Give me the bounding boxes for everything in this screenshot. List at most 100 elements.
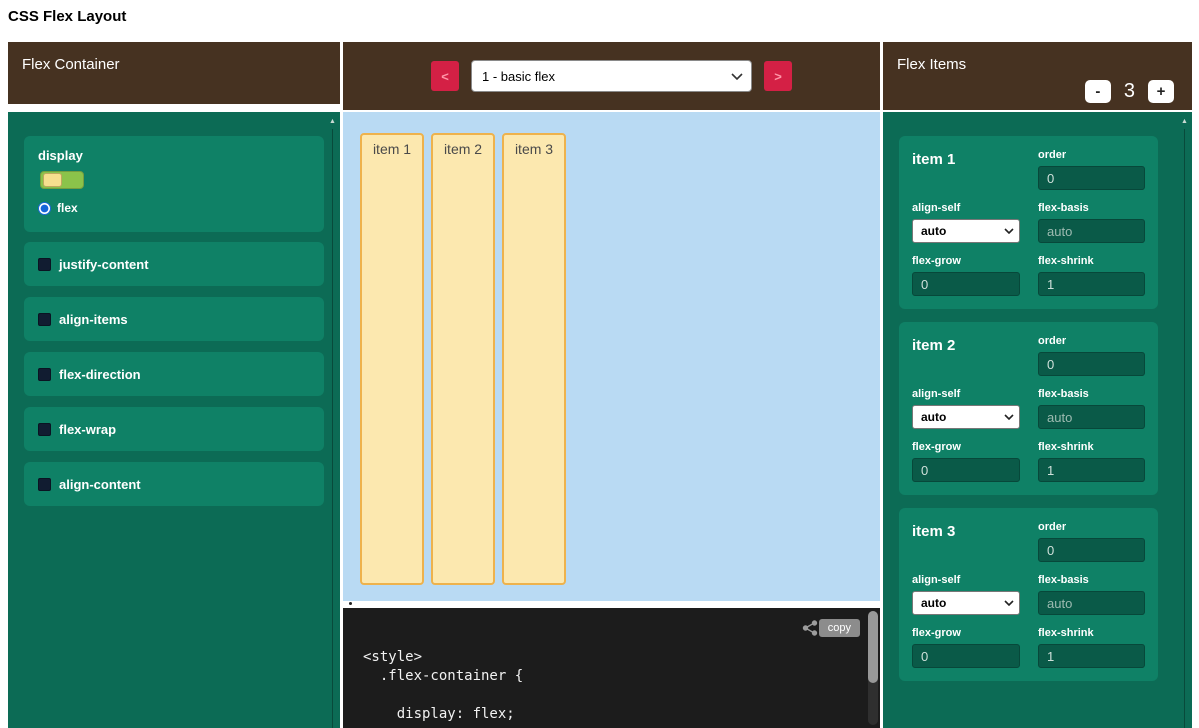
toggle-knob-icon bbox=[43, 173, 62, 187]
order-field: order bbox=[1038, 335, 1145, 376]
flex-basis-field: flex-basis bbox=[1038, 574, 1145, 615]
flex-items-title: Flex Items bbox=[897, 56, 966, 73]
left-panel-scrollbar[interactable]: ▲ bbox=[326, 114, 339, 728]
order-label: order bbox=[1038, 149, 1145, 162]
property-card-flex-wrap: flex-wrap bbox=[24, 407, 324, 451]
property-card-label: justify-content bbox=[59, 257, 149, 272]
flex-container-body: display flex justify-content align-items bbox=[8, 112, 340, 728]
flex-container-panel: Flex Container display flex justify-cont… bbox=[8, 42, 340, 728]
flex-grow-input[interactable] bbox=[912, 644, 1020, 668]
flex-shrink-field: flex-shrink bbox=[1038, 627, 1145, 668]
align-content-checkbox[interactable] bbox=[38, 478, 51, 491]
item-card-2: item 2 order align-self auto bbox=[899, 322, 1158, 495]
order-label: order bbox=[1038, 521, 1145, 534]
align-self-select[interactable]: auto bbox=[912, 591, 1020, 615]
scroll-up-icon[interactable]: ▲ bbox=[1181, 117, 1188, 127]
add-item-button[interactable]: + bbox=[1148, 80, 1174, 103]
align-items-checkbox[interactable] bbox=[38, 313, 51, 326]
code-scrollbar[interactable] bbox=[868, 611, 878, 725]
flex-grow-field: flex-grow bbox=[912, 441, 1020, 482]
next-example-button[interactable]: > bbox=[764, 61, 792, 91]
flex-grow-label: flex-grow bbox=[912, 441, 1020, 454]
order-field: order bbox=[1038, 149, 1145, 190]
property-card-flex-direction: flex-direction bbox=[24, 352, 324, 396]
flex-grow-input[interactable] bbox=[912, 458, 1020, 482]
flex-items-body: item 1 order align-self auto bbox=[883, 112, 1192, 728]
order-input[interactable] bbox=[1038, 352, 1145, 376]
code-line: display: flex; bbox=[363, 705, 523, 724]
property-card-label: align-content bbox=[59, 477, 141, 492]
flex-shrink-input[interactable] bbox=[1038, 644, 1145, 668]
remove-item-button[interactable]: - bbox=[1085, 80, 1111, 103]
property-card-label: flex-wrap bbox=[59, 422, 116, 437]
property-card-label: flex-direction bbox=[59, 367, 141, 382]
example-select[interactable]: 1 - basic flex bbox=[471, 60, 752, 92]
code-scrollbar-thumb[interactable] bbox=[868, 611, 878, 683]
code-line bbox=[363, 686, 523, 705]
align-self-label: align-self bbox=[912, 388, 1020, 401]
align-self-select[interactable]: auto bbox=[912, 219, 1020, 243]
order-label: order bbox=[1038, 335, 1145, 348]
resize-handle-dot[interactable] bbox=[349, 602, 352, 605]
flex-grow-field: flex-grow bbox=[912, 255, 1020, 296]
flex-item-tile-3: item 3 bbox=[502, 133, 566, 585]
flex-basis-input[interactable] bbox=[1038, 405, 1145, 429]
property-card-align-content: align-content bbox=[24, 462, 324, 506]
display-toggle[interactable] bbox=[40, 171, 84, 189]
scrollbar-track bbox=[1184, 129, 1185, 728]
flex-basis-input[interactable] bbox=[1038, 591, 1145, 615]
align-self-field: align-self auto bbox=[912, 574, 1020, 615]
property-card-label: align-items bbox=[59, 312, 128, 327]
flex-direction-checkbox[interactable] bbox=[38, 368, 51, 381]
flex-container-title: Flex Container bbox=[22, 56, 120, 73]
flex-grow-label: flex-grow bbox=[912, 255, 1020, 268]
preview-panel: < 1 - basic flex > item 1 item 2 item 3 bbox=[343, 42, 880, 728]
flex-items-header: Flex Items - 3 + bbox=[883, 42, 1192, 110]
flex-shrink-input[interactable] bbox=[1038, 458, 1145, 482]
code-panel: copy <style> .flex-container { display: … bbox=[343, 608, 880, 728]
item-count: 3 bbox=[1124, 80, 1135, 103]
flex-basis-field: flex-basis bbox=[1038, 202, 1145, 243]
flex-shrink-label: flex-shrink bbox=[1038, 627, 1145, 640]
justify-content-checkbox[interactable] bbox=[38, 258, 51, 271]
align-self-field: align-self auto bbox=[912, 388, 1020, 429]
flex-item-tile-1: item 1 bbox=[360, 133, 424, 585]
right-panel-scrollbar[interactable]: ▲ bbox=[1178, 114, 1191, 728]
flex-grow-input[interactable] bbox=[912, 272, 1020, 296]
property-card-justify-content: justify-content bbox=[24, 242, 324, 286]
prev-example-button[interactable]: < bbox=[431, 61, 459, 91]
flex-shrink-input[interactable] bbox=[1038, 272, 1145, 296]
flex-shrink-label: flex-shrink bbox=[1038, 255, 1145, 268]
flex-basis-label: flex-basis bbox=[1038, 388, 1145, 401]
scroll-up-icon[interactable]: ▲ bbox=[329, 117, 336, 127]
align-self-label: align-self bbox=[912, 574, 1020, 587]
align-self-select-wrap: auto bbox=[912, 591, 1020, 615]
flex-grow-field: flex-grow bbox=[912, 627, 1020, 668]
align-self-select-wrap: auto bbox=[912, 405, 1020, 429]
scrollbar-track bbox=[332, 129, 333, 728]
share-icon[interactable] bbox=[802, 620, 818, 636]
flex-item-tile-2: item 2 bbox=[431, 133, 495, 585]
order-input[interactable] bbox=[1038, 538, 1145, 562]
item-card-title: item 2 bbox=[912, 335, 1020, 376]
align-self-select[interactable]: auto bbox=[912, 405, 1020, 429]
flex-basis-field: flex-basis bbox=[1038, 388, 1145, 429]
flex-basis-input[interactable] bbox=[1038, 219, 1145, 243]
flex-grow-label: flex-grow bbox=[912, 627, 1020, 640]
flex-shrink-field: flex-shrink bbox=[1038, 255, 1145, 296]
example-select-wrap: 1 - basic flex bbox=[471, 60, 752, 92]
order-input[interactable] bbox=[1038, 166, 1145, 190]
flex-radio[interactable] bbox=[38, 202, 51, 215]
flex-shrink-field: flex-shrink bbox=[1038, 441, 1145, 482]
example-nav-header: < 1 - basic flex > bbox=[343, 42, 880, 110]
order-field: order bbox=[1038, 521, 1145, 562]
code-line: .flex-container { bbox=[363, 667, 523, 686]
code-block: <style> .flex-container { display: flex; bbox=[363, 648, 523, 724]
flex-basis-label: flex-basis bbox=[1038, 202, 1145, 215]
item-card-3: item 3 order align-self auto bbox=[899, 508, 1158, 681]
item-card-1: item 1 order align-self auto bbox=[899, 136, 1158, 309]
flex-wrap-checkbox[interactable] bbox=[38, 423, 51, 436]
display-label: display bbox=[38, 148, 310, 163]
flex-items-panel: Flex Items - 3 + item 1 order align-self bbox=[883, 42, 1192, 728]
copy-button[interactable]: copy bbox=[819, 619, 860, 637]
